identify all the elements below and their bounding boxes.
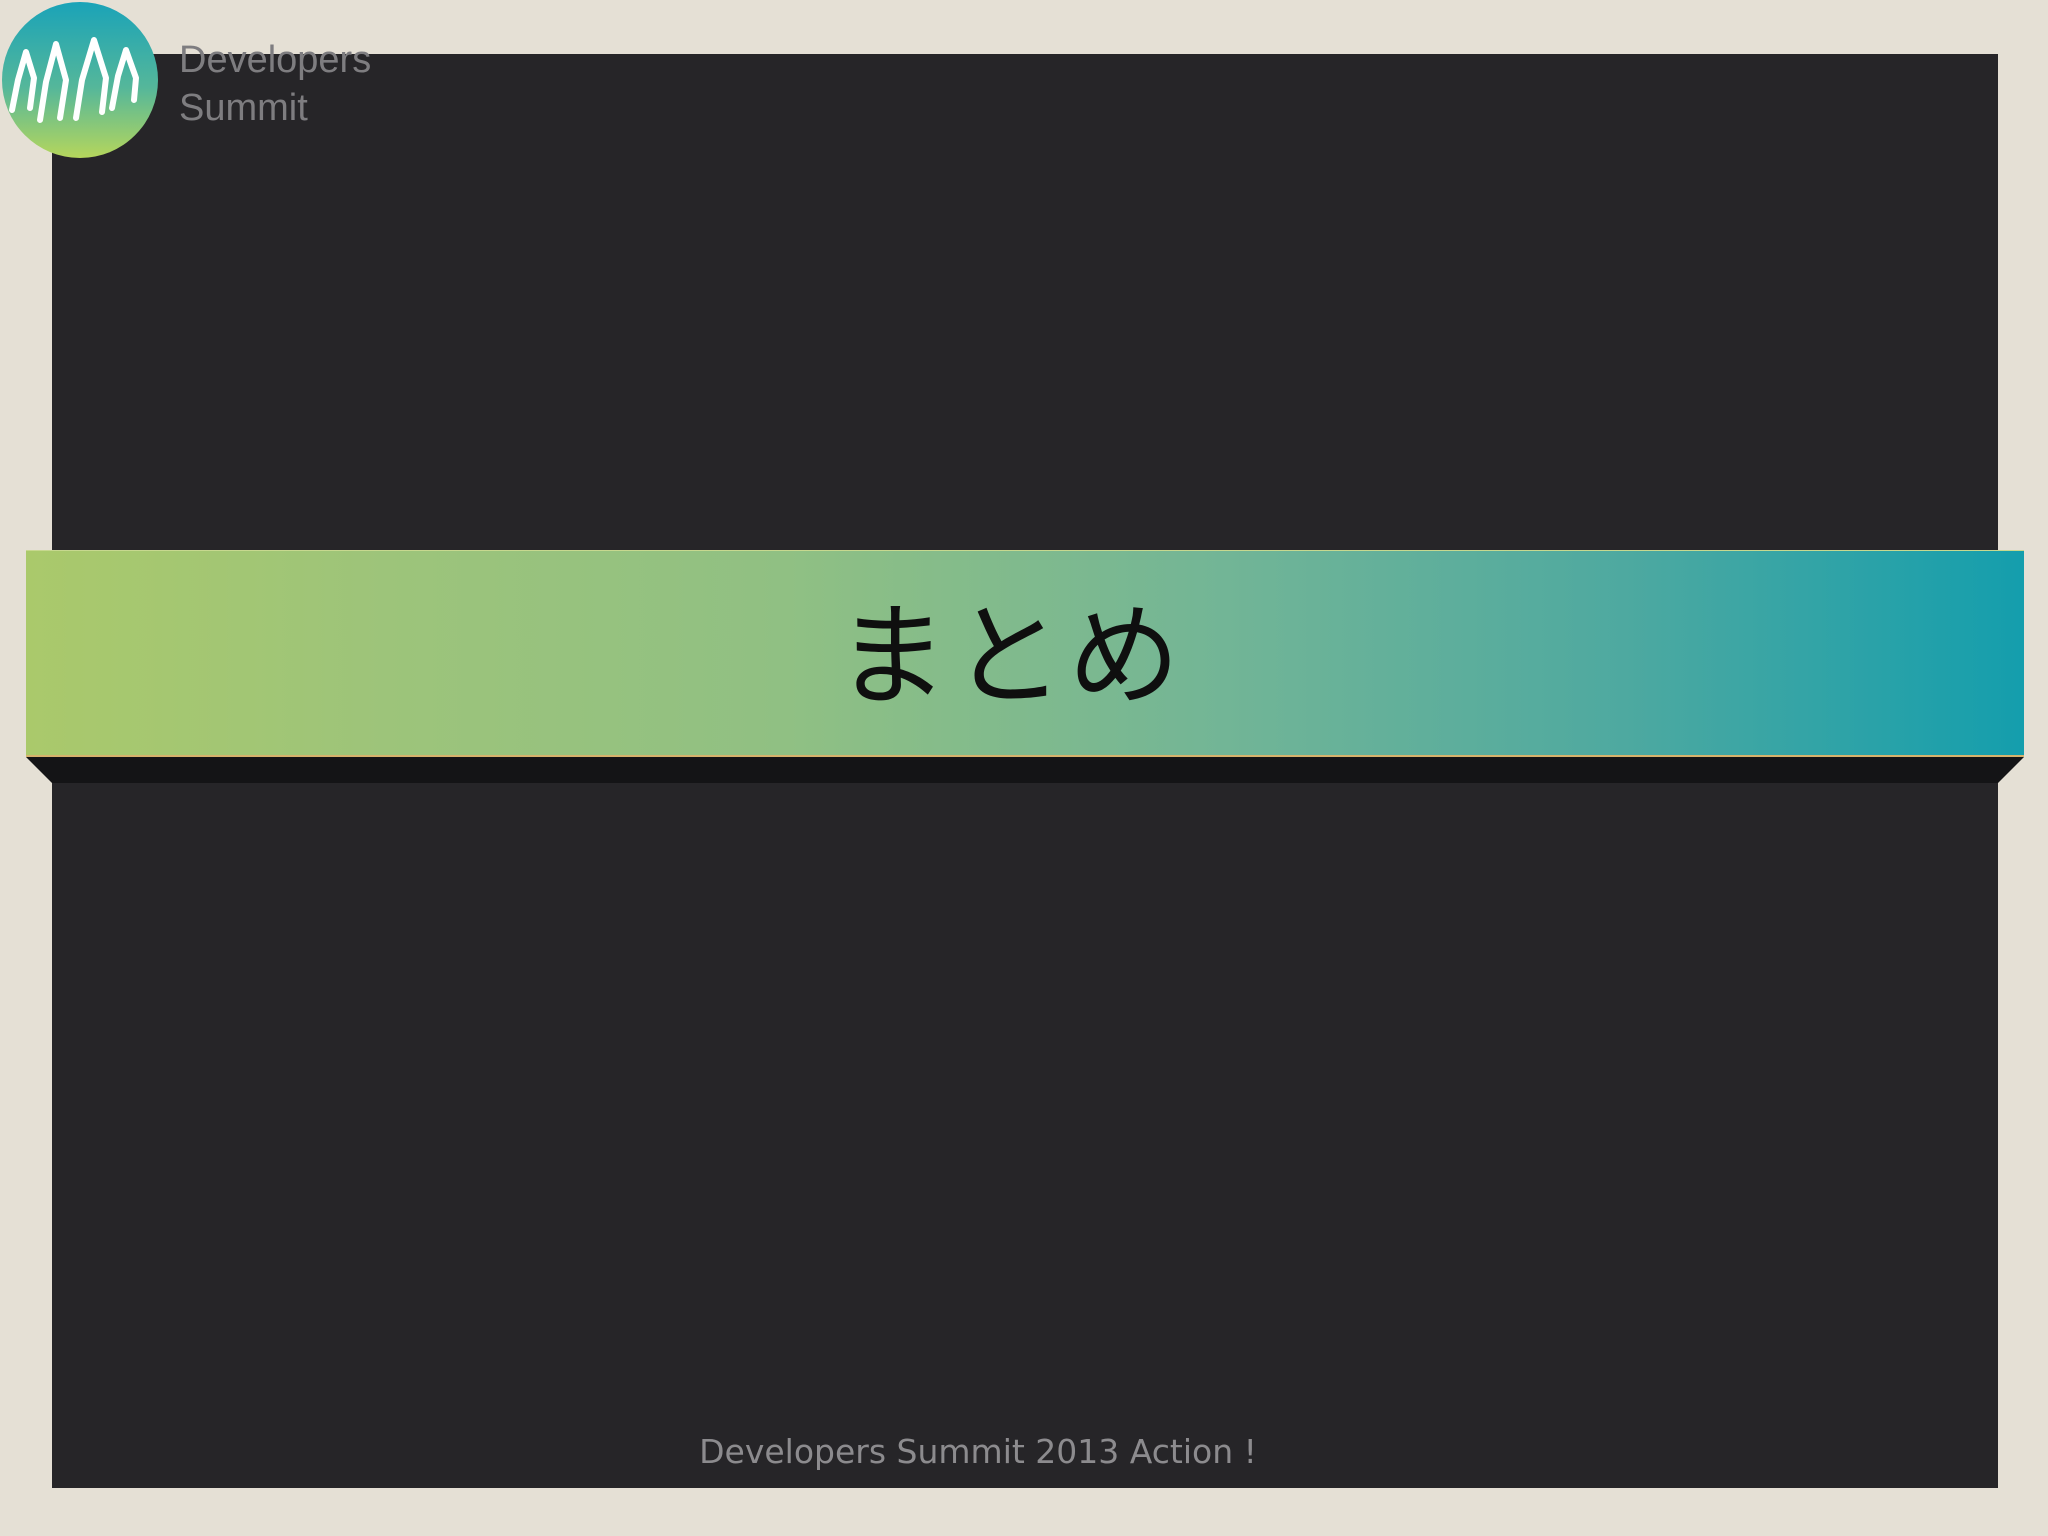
section-title-banner: まとめ (26, 550, 2024, 757)
section-title: まとめ (836, 592, 1184, 722)
logo-line-summit: Summit (179, 87, 308, 129)
logo-wordmark: Developers Summit (179, 36, 371, 132)
developers-summit-logo-icon (0, 0, 160, 160)
footer-text: Developers Summit 2013 Action ! (699, 1432, 1257, 1471)
banner-shadow (26, 757, 2024, 783)
logo-line-developers: Developers (179, 39, 372, 81)
